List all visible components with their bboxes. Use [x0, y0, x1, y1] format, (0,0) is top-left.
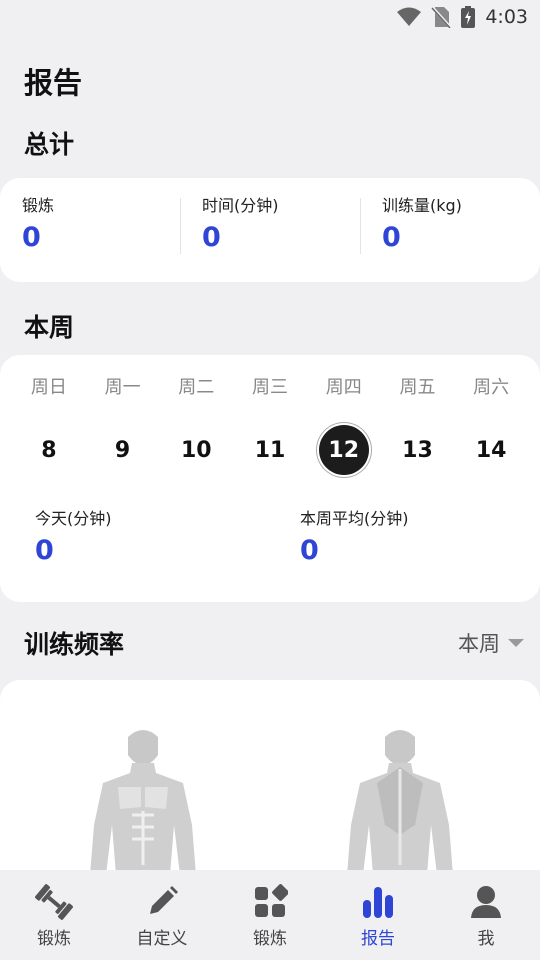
date-cell[interactable]: 10 — [159, 425, 233, 475]
period-dropdown[interactable]: 本周 — [458, 628, 524, 658]
nav-item-me[interactable]: 我 — [432, 870, 540, 960]
nav-item-report[interactable]: 报告 — [324, 870, 432, 960]
bottom-navigation: 锻炼 自定义 锻炼 报告 我 — [0, 870, 540, 960]
weekday-label: 周四 — [325, 377, 362, 398]
today-label: 今天(分钟) — [35, 509, 112, 528]
weekday-label: 周三 — [252, 377, 289, 398]
date-number: 13 — [402, 437, 433, 463]
date-row: 8 9 10 11 12 13 14 — [12, 425, 528, 475]
status-time: 4:03 — [485, 6, 528, 28]
dumbbell-icon — [35, 884, 73, 920]
totals-card: 锻炼 0 时间(分钟) 0 训练量(kg) 0 — [0, 178, 540, 282]
weekday-label: 周一 — [104, 377, 141, 398]
bar-chart-icon — [363, 887, 393, 918]
chevron-down-icon — [508, 639, 524, 647]
week-average-value: 0 — [300, 535, 319, 566]
nav-item-exercises[interactable]: 锻炼 — [216, 870, 324, 960]
nav-item-workouts[interactable]: 锻炼 — [0, 870, 108, 960]
date-number: 12 — [318, 425, 369, 475]
date-cell[interactable]: 12 — [307, 425, 381, 475]
total-volume-value: 0 — [382, 222, 401, 253]
date-cell[interactable]: 9 — [86, 425, 160, 475]
total-time-label: 时间(分钟) — [202, 196, 279, 215]
nav-label: 我 — [477, 929, 495, 949]
grid-icon — [255, 884, 288, 917]
date-number: 14 — [475, 437, 507, 463]
total-time: 时间(分钟) 0 — [180, 178, 360, 282]
date-number: 8 — [41, 437, 57, 463]
weekday-label: 周五 — [399, 377, 436, 398]
date-cell[interactable]: 11 — [233, 425, 307, 475]
weekday-row: 周日 周一 周二 周三 周四 周五 周六 — [12, 373, 528, 399]
body-back-figure — [347, 730, 453, 875]
date-cell[interactable]: 14 — [454, 425, 528, 475]
status-icons: 4:03 — [397, 6, 528, 28]
total-volume-label: 训练量(kg) — [382, 196, 462, 215]
period-value: 本周 — [458, 632, 500, 656]
total-workouts-label: 锻炼 — [22, 196, 55, 215]
page-title: 报告 — [24, 66, 83, 100]
date-number: 9 — [114, 437, 131, 463]
total-workouts: 锻炼 0 — [0, 178, 180, 282]
week-card: 周日 周一 周二 周三 周四 周五 周六 8 9 10 11 12 13 14 … — [0, 355, 540, 602]
frequency-title: 训练频率 — [24, 630, 125, 659]
total-workouts-value: 0 — [22, 222, 41, 253]
status-bar: 4:03 — [0, 0, 540, 36]
today-stat: 今天(分钟) 0 — [35, 505, 112, 566]
nav-label: 锻炼 — [253, 929, 287, 949]
total-time-value: 0 — [202, 222, 221, 253]
total-volume: 训练量(kg) 0 — [360, 178, 540, 282]
nav-label: 报告 — [361, 929, 395, 949]
weekday-label: 周六 — [473, 377, 510, 398]
weekday-label: 周二 — [178, 377, 215, 398]
weekday-label: 周日 — [30, 377, 67, 398]
week-average-label: 本周平均(分钟) — [300, 509, 409, 528]
person-icon — [471, 886, 501, 918]
week-title: 本周 — [24, 313, 75, 342]
nav-item-custom[interactable]: 自定义 — [108, 870, 216, 960]
no-sim-icon — [431, 6, 452, 28]
week-average-stat: 本周平均(分钟) 0 — [300, 505, 409, 566]
nav-label: 锻炼 — [37, 929, 71, 949]
nav-label: 自定义 — [136, 929, 188, 949]
date-number: 11 — [254, 437, 286, 463]
totals-title: 总计 — [24, 130, 75, 159]
date-cell[interactable]: 8 — [12, 425, 86, 475]
wifi-icon — [397, 7, 422, 26]
body-front-figure — [90, 730, 196, 875]
battery-icon — [461, 6, 476, 28]
frequency-header: 训练频率 本周 — [24, 625, 524, 661]
pencil-icon — [150, 886, 178, 914]
date-number: 10 — [180, 437, 212, 463]
today-value: 0 — [35, 535, 54, 566]
date-cell[interactable]: 13 — [381, 425, 455, 475]
